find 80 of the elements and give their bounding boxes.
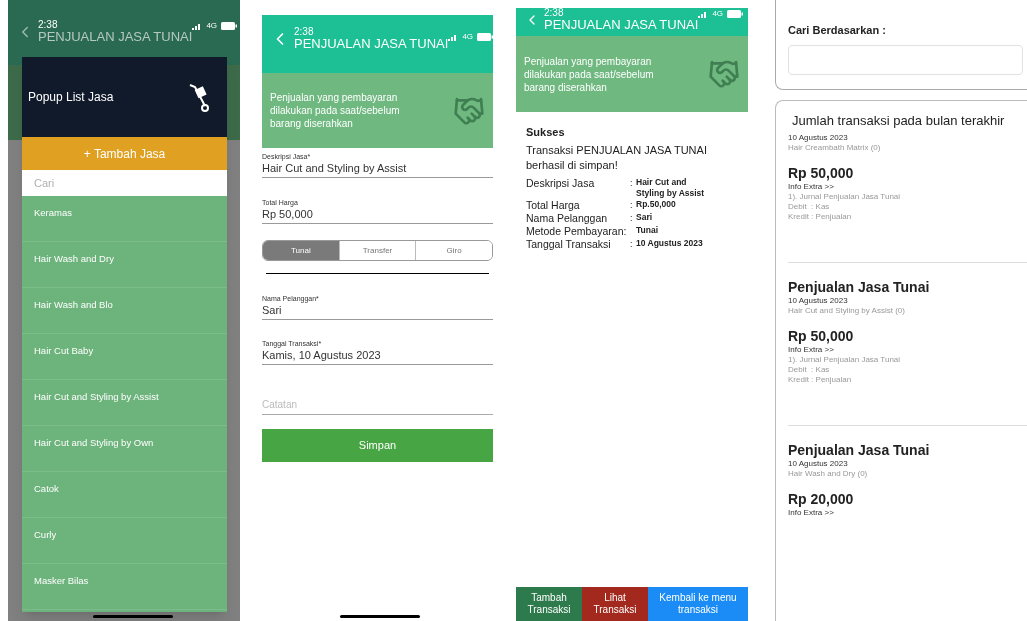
success-message: Transaksi PENJUALAN JASA TUNAI berhasil di simpan!: [526, 142, 708, 173]
success-heading: Sukses: [526, 125, 566, 140]
search-field[interactable]: Cari: [22, 170, 227, 196]
action-button[interactable]: Tambah Transaksi: [516, 587, 582, 621]
info-extra-link[interactable]: Info Extra >>: [788, 181, 1027, 192]
service-list-item[interactable]: Hair Wash and Dry: [22, 242, 227, 288]
transaction-service: Hair Cut and Styling by Assist (0): [788, 305, 906, 316]
payment-tab[interactable]: Tunai: [263, 241, 339, 260]
journal-line: Debit : Kas: [788, 364, 831, 375]
journal-line: Kredit : Penjualan: [788, 374, 853, 385]
journal-line: 1). Jurnal Penjualan Jasa Tunai: [788, 191, 902, 202]
battery-icon: [727, 10, 744, 18]
journal-line: Kredit : Penjualan: [788, 211, 853, 222]
save-button[interactable]: Simpan: [262, 429, 493, 462]
battery-icon: [477, 33, 494, 41]
signal-icon: [698, 10, 709, 18]
screen-title: PENJUALAN JASA TUNAI: [544, 18, 699, 31]
field-value: Hair Cut and Styling by Assist: [262, 161, 408, 175]
detail-label: Tanggal Transaksi: [526, 237, 612, 251]
transaction-title: Penjualan Jasa Tunai: [788, 278, 931, 296]
search-label: Cari Berdasarkan :: [788, 23, 887, 38]
detail-label: Nama Pelanggan: [526, 211, 609, 225]
detail-label: Deskripsi Jasa: [526, 176, 596, 190]
service-list-item[interactable]: Hair Cut and Styling by Assist: [22, 380, 227, 426]
service-list-item[interactable]: Curly: [22, 518, 227, 564]
service-list-item[interactable]: Hair Cut Baby: [22, 334, 227, 380]
transaction-service: Hair Creambath Matrix (0): [788, 142, 882, 153]
banner-text: Penjualan yang pembayaran dilakukan pada saat/sebelum barang diserahkan: [270, 91, 401, 130]
detail-colon: :: [630, 176, 633, 190]
transaction-date: 10 Agustus 2023: [788, 458, 849, 469]
detail-value: 10 Agustus 2023: [636, 237, 704, 249]
network-label: 4G: [462, 31, 474, 43]
detail-value: Rp.50,000: [636, 198, 677, 210]
transaction-date: 10 Agustus 2023: [788, 132, 849, 143]
detail-colon: :: [630, 237, 633, 251]
service-list-item[interactable]: Masker Bilas: [22, 564, 227, 610]
detail-colon: :: [630, 198, 633, 212]
transaction-title: Penjualan Jasa Tunai: [788, 441, 931, 459]
screen-title: PENJUALAN JASA TUNAI: [294, 37, 449, 50]
info-extra-link[interactable]: Info Extra >>: [788, 344, 1027, 355]
popup-title: Popup List Jasa: [28, 89, 114, 106]
add-service-button[interactable]: + Tambah Jasa: [22, 137, 227, 170]
battery-icon: [221, 22, 238, 30]
detail-value: Sari: [636, 211, 654, 223]
transaction-date: 10 Agustus 2023: [788, 295, 849, 306]
service-list-item[interactable]: Hair Cut and Styling by Own: [22, 426, 227, 472]
list-title: Jumlah transaksi pada bulan terakhir: [791, 112, 1006, 130]
detail-colon: :: [630, 211, 633, 225]
field-value: Kamis, 10 Agustus 2023: [262, 348, 382, 362]
service-list-item[interactable]: Keramas: [22, 196, 227, 242]
status-time: 2:38: [544, 8, 565, 18]
notes-field[interactable]: Catatan: [262, 395, 493, 415]
network-label: 4G: [206, 20, 218, 32]
transaction-price: Rp 50,000: [788, 164, 855, 182]
signal-icon: [192, 22, 203, 30]
status-time: 2:38: [294, 27, 315, 37]
journal-line: 1). Jurnal Penjualan Jasa Tunai: [788, 354, 902, 365]
info-extra-link[interactable]: Info Extra >>: [788, 507, 1027, 518]
screen-title: PENJUALAN JASA TUNAI: [38, 30, 193, 43]
search-field[interactable]: [788, 44, 1023, 75]
payment-tab[interactable]: Giro: [415, 241, 492, 260]
transaction-price: Rp 20,000: [788, 490, 855, 508]
transaction-service: Hair Wash and Dry (0): [788, 468, 869, 479]
detail-label: Metode Pembayaran:: [526, 224, 628, 238]
service-list-item[interactable]: Catok: [22, 472, 227, 518]
handshake-icon: [708, 58, 740, 90]
transaction-price: Rp 50,000: [788, 327, 855, 345]
detail-label: Total Harga: [526, 198, 581, 212]
network-label: 4G: [712, 8, 724, 20]
detail-value: Tunai: [636, 224, 660, 236]
action-button[interactable]: Kembali ke menu transaksi: [648, 587, 748, 621]
status-time: 2:38: [38, 20, 59, 30]
detail-value: Hair Cut and Styling by Assist: [636, 176, 706, 199]
field-value: Sari: [262, 303, 283, 317]
banner-text: Penjualan yang pembayaran dilakukan pada saat/sebelum barang diserahkan: [524, 54, 655, 94]
service-list-item[interactable]: Hair Wash and Blo: [22, 288, 227, 334]
field-value: Rp 50,000: [262, 207, 314, 221]
action-button[interactable]: Lihat Transaksi: [582, 587, 648, 621]
signal-icon: [448, 33, 459, 41]
journal-line: Debit : Kas: [788, 201, 831, 212]
